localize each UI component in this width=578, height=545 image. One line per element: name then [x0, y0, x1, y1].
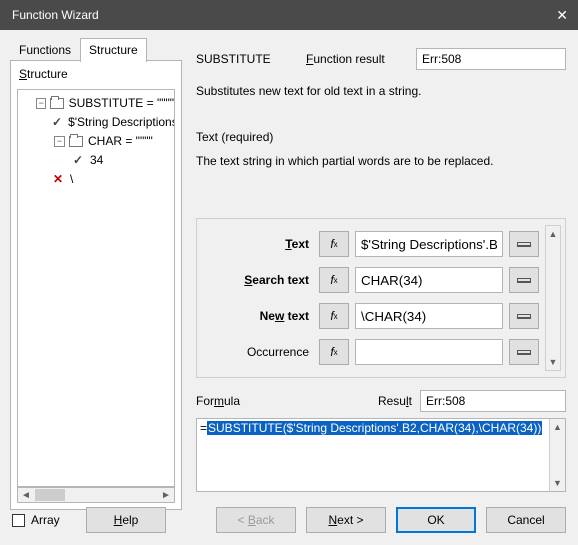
shrink-icon — [517, 314, 531, 319]
param-label-new: New text — [207, 309, 319, 323]
next-button[interactable]: Next > — [306, 507, 386, 533]
tree-hscrollbar[interactable]: ◄ ► — [17, 487, 175, 503]
title-bar: Function Wizard ✕ — [0, 0, 578, 30]
formula-label: Formula — [196, 394, 256, 408]
structure-tree[interactable]: − SUBSTITUTE = """" ✓ $'String Descripti… — [17, 89, 175, 487]
right-area: SUBSTITUTE Function result Err:508 Subst… — [196, 42, 566, 168]
folder-icon — [50, 98, 63, 109]
param-input-occurrence[interactable] — [355, 339, 503, 365]
argument-description: The text string in which partial words a… — [196, 154, 566, 168]
function-description: Substitutes new text for old text in a s… — [196, 84, 566, 98]
window-title: Function Wizard — [12, 8, 99, 22]
help-button[interactable]: Help — [86, 507, 166, 533]
check-icon: ✓ — [52, 113, 62, 132]
shrink-button[interactable] — [509, 231, 539, 257]
params-vscrollbar[interactable]: ▲ ▼ — [545, 225, 561, 371]
param-input-text[interactable] — [355, 231, 503, 257]
fx-button[interactable]: fx — [319, 339, 349, 365]
param-row-text: Text fx — [207, 231, 555, 257]
x-icon: ✕ — [52, 170, 64, 189]
tree-node-err[interactable]: ✕ \ — [18, 170, 174, 189]
structure-panel: Structure − SUBSTITUTE = """" ✓ $'String… — [10, 60, 182, 510]
tab-structure[interactable]: Structure — [80, 38, 147, 62]
fx-button[interactable]: fx — [319, 267, 349, 293]
param-label-text: Text — [207, 237, 319, 251]
tab-strip: Functions Structure — [10, 38, 147, 62]
shrink-button[interactable] — [509, 339, 539, 365]
dialog-body: Functions Structure Structure − SUBSTITU… — [0, 30, 578, 545]
parameters-panel: Text fx Search text fx New text fx Occur… — [196, 218, 566, 378]
result-value: Err:508 — [420, 390, 566, 412]
function-result-value: Err:508 — [416, 48, 566, 70]
formula-vscrollbar[interactable]: ▲ ▼ — [549, 419, 565, 491]
fx-button[interactable]: fx — [319, 231, 349, 257]
shrink-button[interactable] — [509, 267, 539, 293]
button-row: Array Help < Back Next > OK Cancel — [12, 507, 566, 533]
tree-node-34[interactable]: ✓ 34 — [18, 151, 174, 170]
tree-node-char[interactable]: − CHAR = """" — [18, 132, 174, 151]
structure-label: Structure — [19, 67, 68, 81]
scroll-left-icon[interactable]: ◄ — [18, 490, 34, 501]
cancel-button[interactable]: Cancel — [486, 507, 566, 533]
array-checkbox[interactable] — [12, 514, 25, 527]
formula-area: Formula Result Err:508 =SUBSTITUTE($'Str… — [196, 390, 566, 492]
argument-name: Text (required) — [196, 130, 566, 144]
function-result-label: Function result — [306, 52, 416, 66]
param-label-occurrence: Occurrence — [207, 345, 319, 359]
param-row-search: Search text fx — [207, 267, 555, 293]
shrink-icon — [517, 242, 531, 247]
param-input-search[interactable] — [355, 267, 503, 293]
array-label: Array — [31, 513, 60, 527]
formula-text-selected: SUBSTITUTE($'String Descriptions'.B2,CHA… — [207, 421, 542, 435]
scroll-up-icon[interactable]: ▲ — [546, 226, 560, 242]
param-row-new: New text fx — [207, 303, 555, 329]
tab-functions[interactable]: Functions — [10, 38, 80, 62]
shrink-button[interactable] — [509, 303, 539, 329]
collapse-icon[interactable]: − — [54, 136, 65, 147]
close-icon[interactable]: ✕ — [556, 7, 568, 24]
shrink-icon — [517, 278, 531, 283]
collapse-icon[interactable]: − — [36, 98, 46, 109]
scroll-down-icon[interactable]: ▼ — [546, 354, 560, 370]
tree-node-arg1[interactable]: ✓ $'String Descriptions' — [18, 113, 174, 132]
fx-button[interactable]: fx — [319, 303, 349, 329]
back-button[interactable]: < Back — [216, 507, 296, 533]
result-label: Result — [370, 394, 420, 408]
ok-button[interactable]: OK — [396, 507, 476, 533]
formula-input[interactable]: =SUBSTITUTE($'String Descriptions'.B2,CH… — [196, 418, 566, 492]
folder-icon — [69, 136, 83, 147]
scroll-thumb[interactable] — [35, 489, 65, 501]
scroll-down-icon[interactable]: ▼ — [550, 475, 565, 491]
param-label-search: Search text — [207, 273, 319, 287]
shrink-icon — [517, 350, 531, 355]
formula-eq: = — [200, 421, 207, 435]
param-row-occurrence: Occurrence fx — [207, 339, 555, 365]
tree-node-substitute[interactable]: − SUBSTITUTE = """" — [18, 94, 174, 113]
function-name: SUBSTITUTE — [196, 52, 306, 66]
param-input-new[interactable] — [355, 303, 503, 329]
check-icon: ✓ — [72, 151, 84, 170]
scroll-right-icon[interactable]: ► — [158, 490, 174, 501]
scroll-up-icon[interactable]: ▲ — [550, 419, 565, 435]
